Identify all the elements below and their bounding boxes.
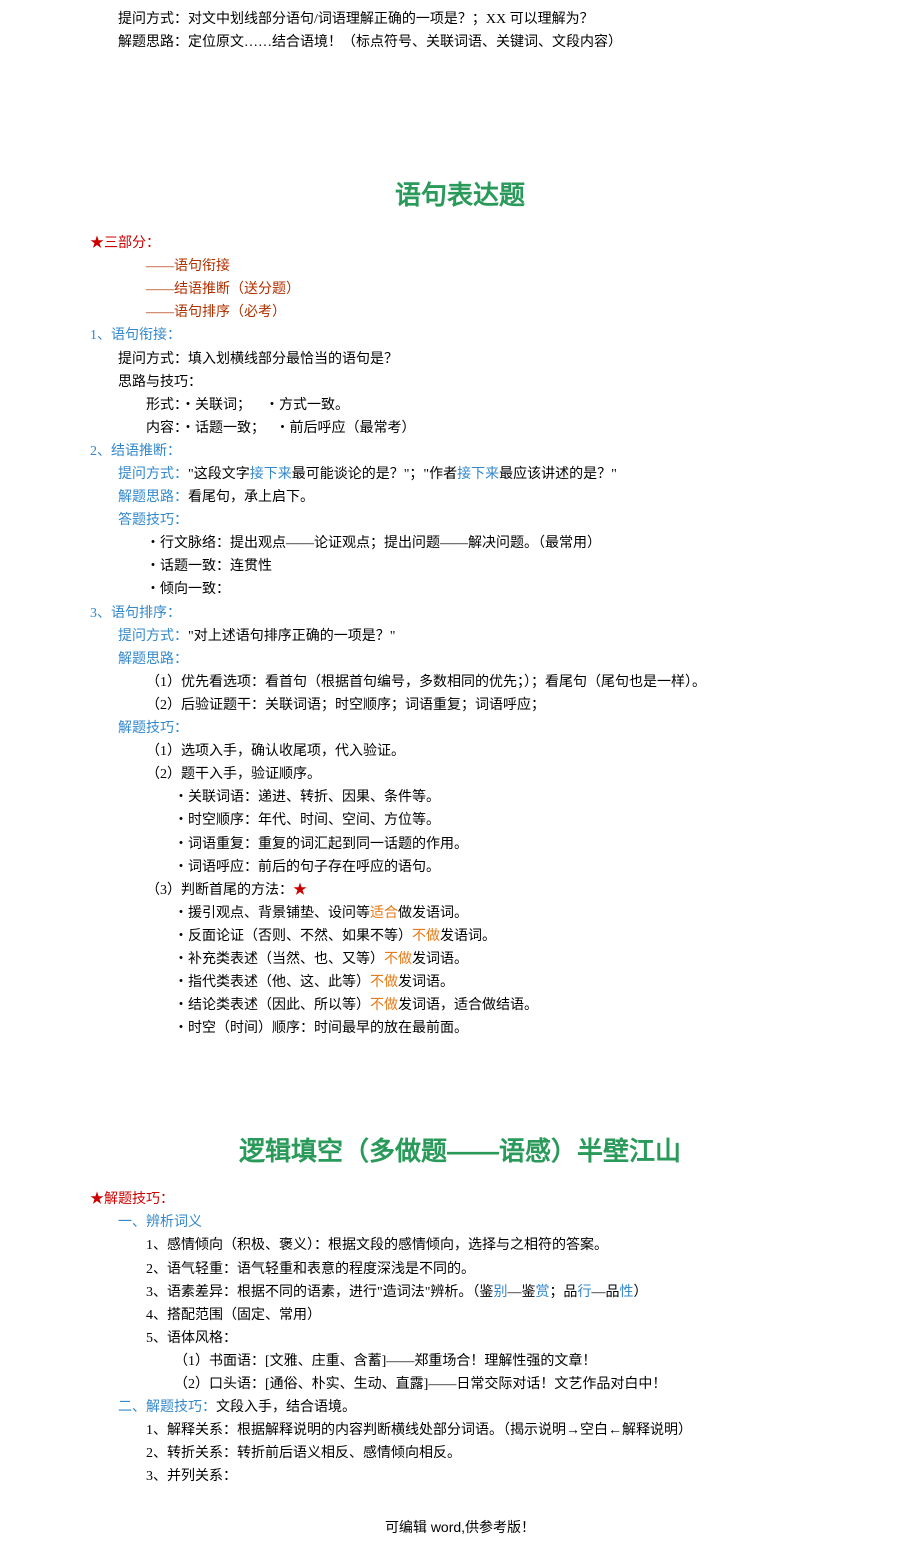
s1-h2: 2、结语推断： bbox=[90, 440, 830, 463]
s1-h3c2d: ・词语呼应：前后的句子存在呼应的语句。 bbox=[174, 856, 830, 879]
s2-h1b: 2、语气轻重：语气轻重和表意的程度深浅是不同的。 bbox=[146, 1258, 830, 1281]
top-line2: 解题思路：定位原文……结合语境！（标点符号、关联词语、关键词、文段内容） bbox=[118, 31, 830, 54]
s1-h3c2b: ・时空顺序：年代、时间、空间、方位等。 bbox=[174, 809, 830, 832]
s1-h2a: 提问方式："这段文字接下来最可能谈论的是？"；"作者接下来最应该讲述的是？" bbox=[118, 463, 830, 486]
s1-h3c3: （3）判断首尾的方法：★ bbox=[146, 879, 830, 902]
s1-h3c3c: ・补充类表述（当然、也、又等）不做发词语。 bbox=[174, 948, 830, 971]
s1-h3b2: （2）后验证题干：关联词语；时空顺序；词语重复；词语呼应； bbox=[146, 694, 830, 717]
s1-h3c-label: 解题技巧： bbox=[118, 717, 830, 740]
s2-h2: 二、解题技巧：文段入手，结合语境。 bbox=[118, 1396, 830, 1419]
s1-h3c1: （1）选项入手，确认收尾项，代入验证。 bbox=[146, 740, 830, 763]
s1-h1d: 内容：・话题一致； ・前后呼应（最常考） bbox=[146, 417, 830, 440]
section1-title: 语句表达题 bbox=[90, 174, 830, 217]
s1-h1c: 形式：・关联词； ・方式一致。 bbox=[146, 394, 830, 417]
top-line1: 提问方式：对文中划线部分语句/词语理解正确的一项是？；XX 可以理解为？ bbox=[118, 8, 830, 31]
s1-h3c3b: ・反面论证（否则、不然、如果不等）不做发语词。 bbox=[174, 925, 830, 948]
s1-h3b1: （1）优先看选项：看首句（根据首句编号，多数相同的优先；）；看尾句（尾句也是一样… bbox=[146, 671, 830, 694]
s1-h2c3: ・倾向一致： bbox=[146, 578, 830, 601]
s1-h2c2: ・话题一致：连贯性 bbox=[146, 555, 830, 578]
s1-h2c1: ・行文脉络：提出观点——论证观点；提出问题——解决问题。（最常用） bbox=[146, 532, 830, 555]
s1-h3c2: （2）题干入手，验证顺序。 bbox=[146, 763, 830, 786]
s1-h3c3f: ・时空（时间）顺序：时间最早的放在最前面。 bbox=[174, 1017, 830, 1040]
s1-h3b-label: 解题思路： bbox=[118, 648, 830, 671]
s1-h1: 1、语句衔接： bbox=[90, 324, 830, 347]
s2-h1e2: （2）口头语：[通俗、朴实、生动、直露]——日常交际对话！文艺作品对白中！ bbox=[174, 1373, 830, 1396]
s1-h1b: 思路与技巧： bbox=[118, 371, 830, 394]
s2-h1d: 4、搭配范围（固定、常用） bbox=[146, 1304, 830, 1327]
s1-p3: ——语句排序（必考） bbox=[146, 301, 830, 324]
s1-h2c-label: 答题技巧： bbox=[118, 509, 830, 532]
s2-h1c: 3、语素差异：根据不同的语素，进行"造词法"辨析。（鉴别—鉴赏；品行—品性） bbox=[146, 1281, 830, 1304]
section2-title: 逻辑填空（多做题——语感）半壁江山 bbox=[90, 1130, 830, 1173]
s2-h2c: 3、并列关系： bbox=[146, 1465, 830, 1488]
s1-h3c3e: ・结论类表述（因此、所以等）不做发词语，适合做结语。 bbox=[174, 994, 830, 1017]
s2-h1a: 1、感情倾向（积极、褒义）：根据文段的感情倾向，选择与之相符的答案。 bbox=[146, 1234, 830, 1257]
s1-p1: ——语句衔接 bbox=[146, 255, 830, 278]
s1-p2: ——结语推断（送分题） bbox=[146, 278, 830, 301]
page-footer: 可编辑 word,供参考版！ bbox=[90, 1516, 830, 1539]
s2-h1e1: （1）书面语：[文雅、庄重、含蓄]——郑重场合！理解性强的文章！ bbox=[174, 1350, 830, 1373]
s2-h1e: 5、语体风格： bbox=[146, 1327, 830, 1350]
star-icon: ★ bbox=[293, 883, 307, 898]
s2-h2a: 1、解释关系：根据解释说明的内容判断横线处部分词语。（揭示说明→空白←解释说明） bbox=[146, 1419, 830, 1442]
s1-h3c2a: ・关联词语：递进、转折、因果、条件等。 bbox=[174, 786, 830, 809]
s1-h1a: 提问方式：填入划横线部分最恰当的语句是？ bbox=[118, 348, 830, 371]
s2-h1: 一、辨析词义 bbox=[118, 1211, 830, 1234]
s1-h2b: 解题思路：看尾句，承上启下。 bbox=[118, 486, 830, 509]
s1-h3a: 提问方式："对上述语句排序正确的一项是？" bbox=[118, 625, 830, 648]
s1-star: ★三部分： bbox=[90, 232, 830, 255]
s1-h3c3a: ・援引观点、背景铺垫、设问等适合做发语词。 bbox=[174, 902, 830, 925]
s1-h3: 3、语句排序： bbox=[90, 602, 830, 625]
s1-h3c2c: ・词语重复：重复的词汇起到同一话题的作用。 bbox=[174, 833, 830, 856]
s2-h2b: 2、转折关系：转折前后语义相反、感情倾向相反。 bbox=[146, 1442, 830, 1465]
s1-h3c3d: ・指代类表述（他、这、此等）不做发词语。 bbox=[174, 971, 830, 994]
s2-star: ★解题技巧： bbox=[90, 1188, 830, 1211]
